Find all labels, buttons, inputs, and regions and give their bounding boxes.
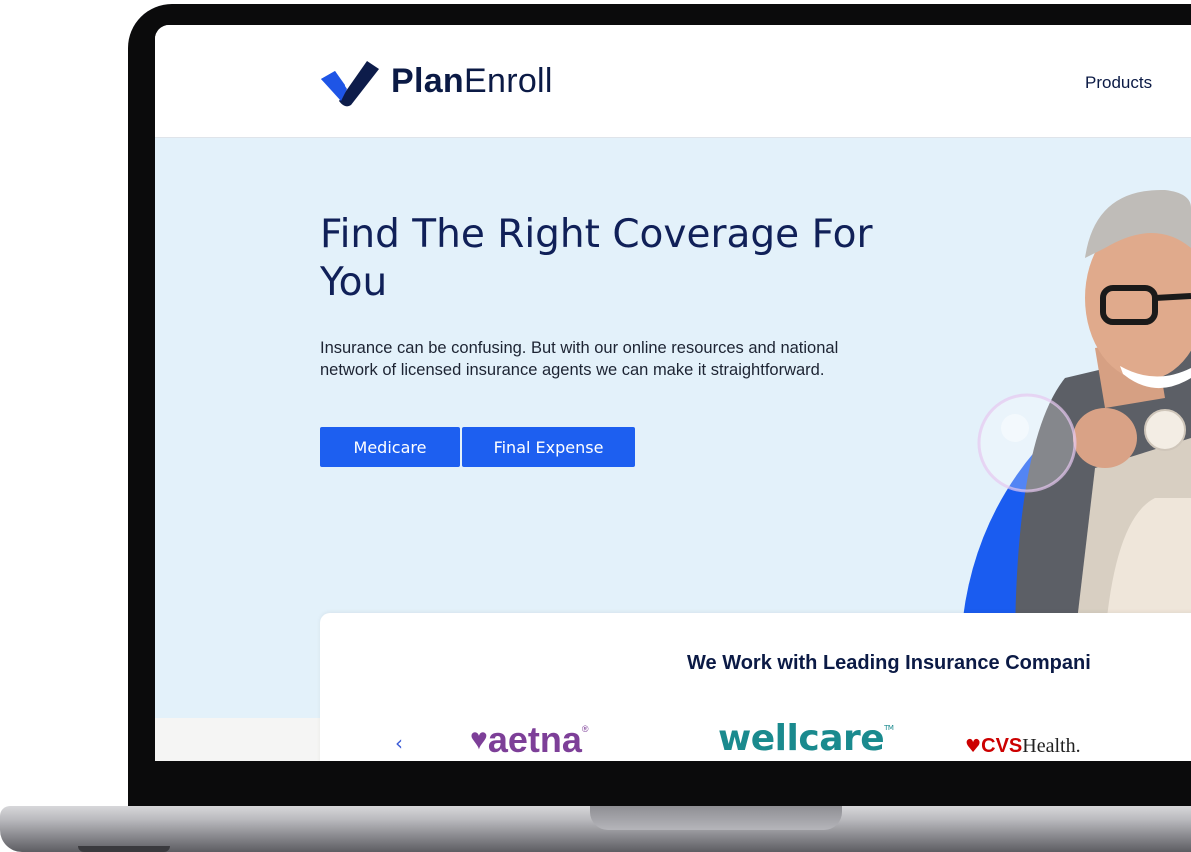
checkmark-logo-icon — [321, 61, 379, 107]
laptop-foot-left — [78, 846, 170, 852]
logo-text-plan: Plan — [391, 61, 465, 100]
heart-icon: ♥ — [965, 736, 982, 757]
health-wordmark: Health — [1022, 735, 1076, 757]
wellcare-logo: wellcareTM — [718, 718, 894, 759]
aetna-wordmark: aetna — [487, 719, 582, 760]
wellcare-wordmark: wellcare — [718, 718, 885, 759]
hero-title: Find The Right Coverage For You — [320, 212, 873, 305]
planenroll-logo[interactable]: PlanEnroll — [317, 55, 553, 107]
laptop-notch — [590, 806, 842, 830]
laptop-screen: PlanEnroll Products Find The Right Cover… — [155, 25, 1191, 761]
heart-icon: ♥ — [470, 723, 488, 756]
insurers-heading: We Work with Leading Insurance Compani — [687, 652, 1091, 674]
insurers-card: We Work with Leading Insurance Compani ‹… — [320, 613, 1191, 761]
aetna-logo: ♥aetna® — [470, 719, 589, 760]
site-header: PlanEnroll Products — [155, 25, 1191, 138]
medicare-button[interactable]: Medicare — [320, 427, 460, 467]
final-expense-button[interactable]: Final Expense — [462, 427, 635, 467]
nav-link-products[interactable]: Products — [1085, 73, 1152, 93]
hero-photo-smiling-man — [961, 189, 1191, 638]
cvs-wordmark: CVS — [981, 735, 1023, 757]
hero-subtitle: Insurance can be confusing. But with our… — [320, 339, 839, 379]
logo-wordmark: PlanEnroll — [391, 62, 553, 101]
chevron-left-icon[interactable]: ‹ — [395, 731, 403, 755]
cvs-health-logo: ♥CVSHealth. — [965, 735, 1081, 757]
logo-text-enroll: Enroll — [464, 61, 553, 100]
